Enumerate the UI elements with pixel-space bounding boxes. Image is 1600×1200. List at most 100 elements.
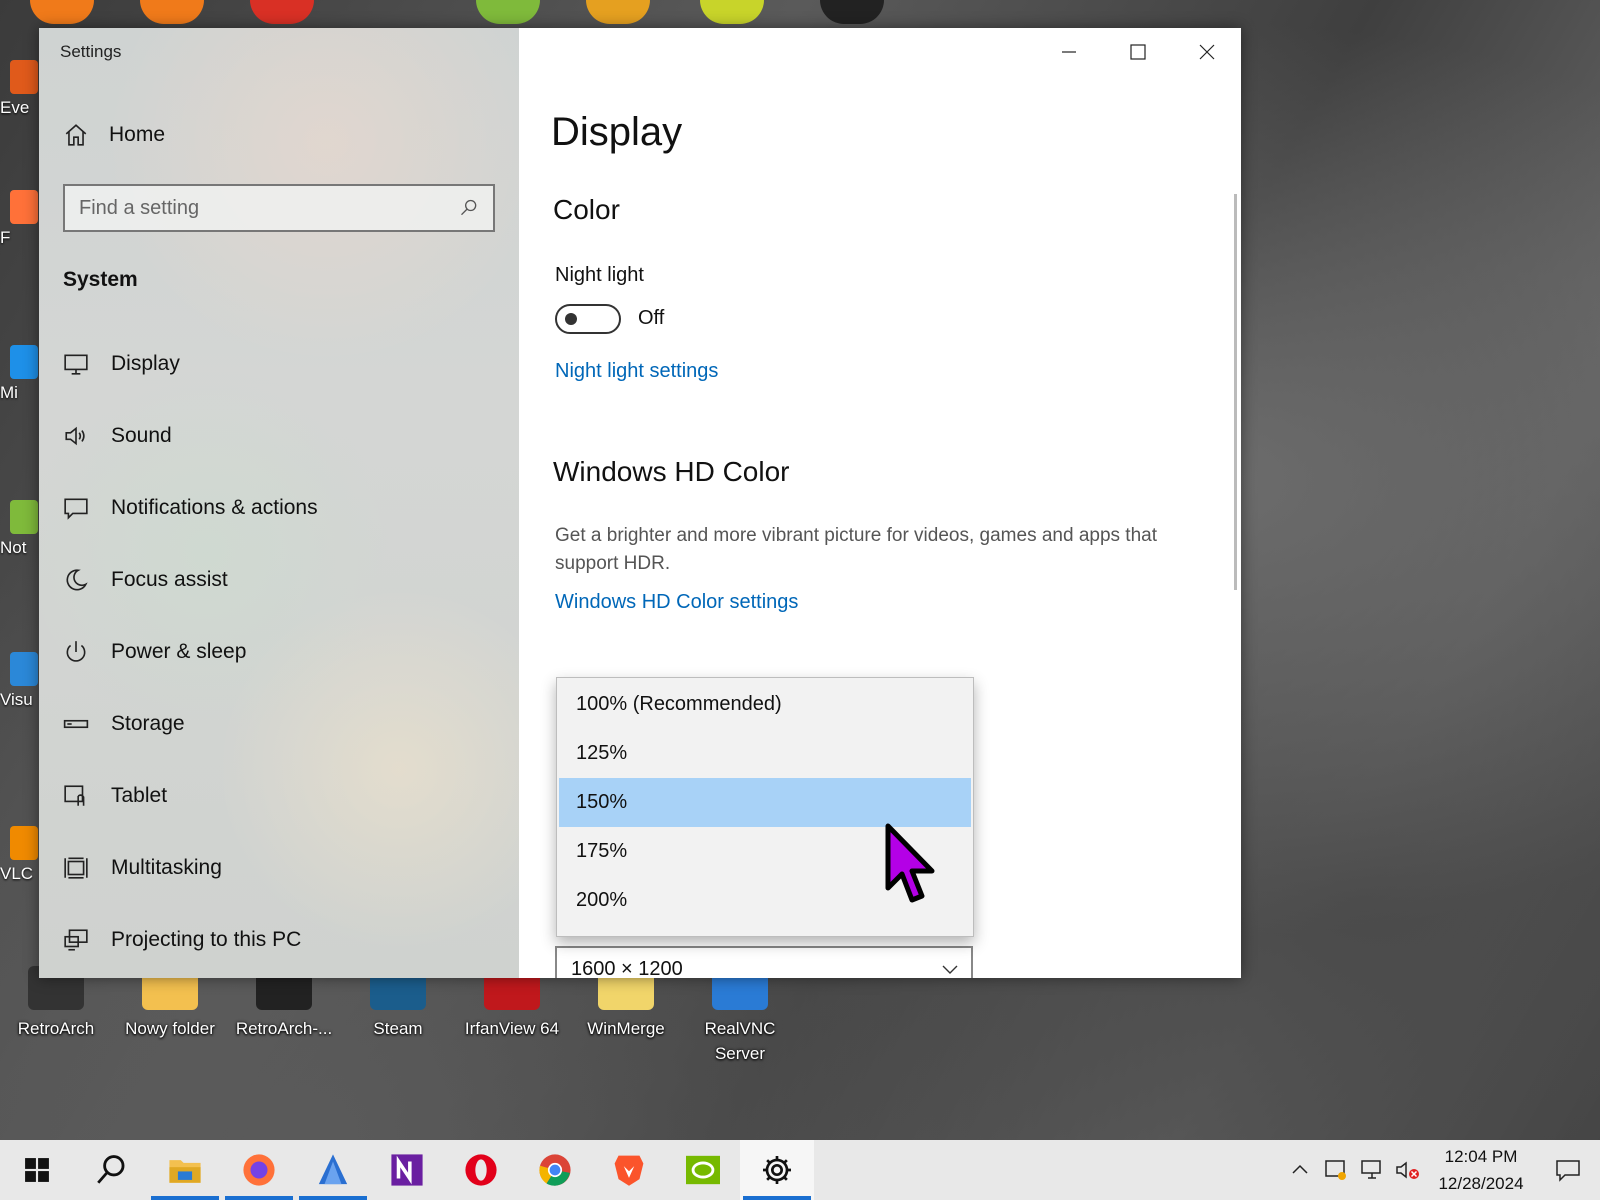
sidebar-item-focus-assist[interactable]: Focus assist: [39, 544, 519, 616]
scale-option-125[interactable]: 125%: [559, 729, 971, 778]
sidebar-item-label: Storage: [111, 712, 185, 735]
sidebar-item-tablet[interactable]: Tablet: [39, 760, 519, 832]
desktop-icon-f[interactable]: F: [0, 190, 40, 248]
window-title: Settings: [60, 42, 122, 61]
moon-icon: [66, 569, 88, 591]
home-nav-item[interactable]: Home: [63, 122, 165, 148]
sidebar-item-sound[interactable]: Sound: [39, 400, 519, 472]
taskbar-brave[interactable]: [592, 1140, 666, 1200]
scale-option-100[interactable]: 100% (Recommended): [559, 680, 971, 729]
sidebar-item-display[interactable]: Display: [39, 328, 519, 400]
sidebar-item-notifications[interactable]: Notifications & actions: [39, 472, 519, 544]
sidebar-item-power-sleep[interactable]: Power & sleep: [39, 616, 519, 688]
night-light-settings-link[interactable]: Night light settings: [555, 360, 718, 383]
window-controls: [1034, 28, 1241, 76]
taskbar-chrome[interactable]: [518, 1140, 592, 1200]
chevron-down-icon: [942, 965, 958, 974]
maximize-icon: [1129, 44, 1146, 60]
tray-network-button[interactable]: [1354, 1140, 1390, 1200]
sidebar-item-label: Projecting to this PC: [111, 928, 302, 951]
taskbar-opera[interactable]: [444, 1140, 518, 1200]
desktop-icon-not[interactable]: Not: [0, 500, 40, 558]
onenote-like-icon: [391, 1154, 423, 1186]
sidebar-item-label: Multitasking: [111, 856, 222, 879]
taskbar-nvidia[interactable]: [666, 1140, 740, 1200]
search-box[interactable]: [63, 184, 495, 232]
app-icon: [10, 500, 38, 534]
taskbar: 12:04 PM 12/28/2024: [0, 1140, 1600, 1200]
desktop-icon-visu[interactable]: Visu: [0, 652, 40, 710]
tray-update-icon-button[interactable]: [1318, 1140, 1354, 1200]
windows-logo-icon: [25, 1158, 49, 1182]
volume-muted-icon: [1396, 1161, 1419, 1179]
clock-time: 12:04 PM: [1444, 1147, 1518, 1166]
minimize-button[interactable]: [1034, 28, 1103, 76]
desktop-icon-top[interactable]: [820, 0, 884, 24]
hd-color-description: Get a brighter and more vibrant picture …: [555, 525, 1157, 574]
home-icon: [65, 124, 87, 146]
app-icon: [318, 1154, 348, 1185]
action-center-button[interactable]: [1536, 1140, 1600, 1200]
app-icon: [10, 652, 38, 686]
maximize-button[interactable]: [1103, 28, 1172, 76]
search-icon: [97, 1155, 125, 1184]
sidebar-item-label: Focus assist: [111, 568, 228, 591]
storage-icon: [63, 719, 89, 729]
taskbar-file-explorer[interactable]: [148, 1140, 222, 1200]
folder-icon: [169, 1160, 201, 1183]
home-label: Home: [109, 123, 166, 146]
network-icon: [1361, 1160, 1381, 1179]
minimize-icon: [1061, 51, 1076, 53]
desktop-icon-top[interactable]: [476, 0, 540, 24]
clock-date: 12/28/2024: [1438, 1174, 1524, 1193]
settings-sidebar: Settings Home System Display Sound Notif…: [39, 28, 519, 978]
night-light-toggle[interactable]: [555, 304, 621, 334]
tray-volume-button[interactable]: [1390, 1140, 1426, 1200]
message-icon: [64, 498, 88, 520]
desktop-icon-top[interactable]: [250, 0, 314, 24]
desktop-icon-top[interactable]: [140, 0, 204, 24]
nvidia-icon: [686, 1155, 720, 1185]
desktop-icon-vlc[interactable]: VLC: [0, 826, 40, 884]
close-icon: [1199, 44, 1214, 60]
sidebar-item-storage[interactable]: Storage: [39, 688, 519, 760]
desktop-icon-realvnc[interactable]: RealVNC Server: [684, 966, 796, 1066]
night-light-label: Night light: [555, 264, 644, 286]
chevron-up-icon: [1292, 1164, 1308, 1174]
sidebar-item-multitasking[interactable]: Multitasking: [39, 832, 519, 904]
taskbar-search-button[interactable]: [74, 1140, 148, 1200]
close-button[interactable]: [1172, 28, 1241, 76]
taskbar-app-blue[interactable]: [296, 1140, 370, 1200]
resolution-select[interactable]: 1600 × 1200: [555, 946, 973, 978]
desktop-icon-top[interactable]: [586, 0, 650, 24]
taskbar-settings[interactable]: [740, 1140, 814, 1200]
app-icon: [10, 60, 38, 94]
projecting-icon: [64, 929, 88, 951]
monitor-icon: [64, 354, 88, 375]
speaker-icon: [65, 426, 85, 446]
toggle-knob: [565, 313, 577, 325]
show-hidden-icons-button[interactable]: [1282, 1140, 1318, 1200]
hd-color-settings-link[interactable]: Windows HD Color settings: [555, 591, 798, 614]
scrollbar[interactable]: [1234, 194, 1237, 590]
gear-icon: [763, 1156, 791, 1184]
sidebar-item-label: Power & sleep: [111, 640, 247, 663]
start-button[interactable]: [0, 1140, 74, 1200]
taskbar-clock[interactable]: 12:04 PM 12/28/2024: [1426, 1143, 1536, 1197]
system-tray: 12:04 PM 12/28/2024: [1282, 1140, 1600, 1200]
desktop-icon-top[interactable]: [700, 0, 764, 24]
sidebar-item-label: Display: [111, 352, 180, 375]
taskbar-notepad-n[interactable]: [370, 1140, 444, 1200]
chrome-icon: [539, 1154, 571, 1186]
desktop-icon-top[interactable]: [30, 0, 94, 24]
desktop-icon-eve[interactable]: Eve: [0, 60, 40, 118]
search-icon[interactable]: [459, 198, 479, 218]
sidebar-item-projecting[interactable]: Projecting to this PC: [39, 904, 519, 976]
color-heading: Color: [553, 194, 620, 225]
scale-option-150[interactable]: 150%: [559, 778, 971, 827]
taskbar-firefox[interactable]: [222, 1140, 296, 1200]
tablet-icon: [64, 785, 85, 806]
desktop-icon-mi[interactable]: Mi: [0, 345, 40, 403]
section-label-system: System: [63, 268, 138, 291]
search-input[interactable]: [79, 196, 459, 220]
